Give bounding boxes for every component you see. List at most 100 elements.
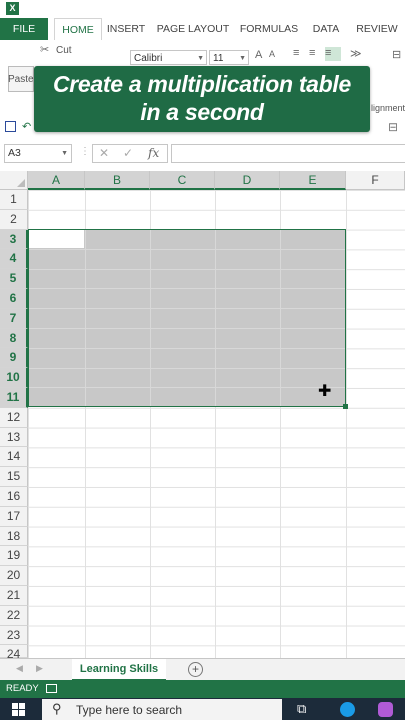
scroll-left-icon[interactable]: ◀ <box>16 663 23 674</box>
chevron-down-icon: ▼ <box>61 150 68 157</box>
formula-input[interactable] <box>171 144 405 163</box>
cell-gridline <box>85 230 86 406</box>
column-header-e[interactable]: E <box>280 171 346 190</box>
tab-data[interactable]: DATA <box>306 18 346 40</box>
taskbar-search[interactable]: ⚲ Type here to search <box>42 699 282 720</box>
row-header-15[interactable]: 15 <box>0 467 28 487</box>
row-header-12[interactable]: 12 <box>0 407 28 428</box>
cell-cursor-icon: ✚ <box>318 383 332 400</box>
sheet-tab-learning-skills[interactable]: Learning Skills <box>72 659 166 681</box>
tab-home[interactable]: HOME <box>54 18 102 41</box>
ribbon-icon[interactable]: ⊟ <box>388 120 398 134</box>
tab-review[interactable]: REVIEW <box>352 18 402 40</box>
row-header-8[interactable]: 8 <box>0 328 28 349</box>
cell-gridline <box>29 368 345 369</box>
row-header-14[interactable]: 14 <box>0 447 28 468</box>
scissors-icon[interactable]: ✂ <box>40 43 49 56</box>
increase-font-icon[interactable]: A <box>255 49 262 61</box>
status-bar: READY <box>0 680 405 698</box>
row-header-19[interactable]: 19 <box>0 546 28 567</box>
search-placeholder: Type here to search <box>76 703 183 717</box>
cell-gridline <box>280 230 281 406</box>
title-banner: Create a multiplication table in a secon… <box>34 66 370 132</box>
tab-page-layout[interactable]: PAGE LAYOUT <box>155 18 231 40</box>
banner-line-1: Create a multiplication table <box>52 71 352 97</box>
align-middle-icon[interactable]: ≡ <box>309 47 315 59</box>
add-sheet-button[interactable]: + <box>188 662 203 677</box>
macro-record-icon[interactable] <box>46 684 57 693</box>
row-header-24[interactable]: 24 <box>0 645 28 661</box>
banner-line-2: in a second <box>140 99 264 125</box>
name-box[interactable]: A3 ▼ <box>4 144 72 163</box>
row-header-17[interactable]: 17 <box>0 506 28 527</box>
undo-icon[interactable]: ↶ <box>22 120 31 133</box>
cut-button[interactable]: Cut <box>56 45 72 56</box>
row-header-7[interactable]: 7 <box>0 308 28 329</box>
column-header-a[interactable]: A <box>28 171 85 190</box>
windows-start-icon[interactable] <box>12 703 26 717</box>
row-header-13[interactable]: 13 <box>0 427 28 448</box>
active-cell[interactable] <box>29 230 84 248</box>
alignment-group-label: lignment <box>371 103 405 113</box>
cell-gridline <box>150 230 151 406</box>
row-header-2[interactable]: 2 <box>0 209 28 230</box>
select-all-icon <box>17 179 25 187</box>
row-header-16[interactable]: 16 <box>0 487 28 507</box>
cell-gridline <box>29 269 345 270</box>
row-header-20[interactable]: 20 <box>0 566 28 586</box>
cell-gridline <box>29 328 345 329</box>
tab-file[interactable]: FILE <box>0 18 48 40</box>
column-header-c[interactable]: C <box>150 171 215 190</box>
enter-icon[interactable]: ✓ <box>123 146 133 160</box>
cell-gridline <box>29 288 345 289</box>
copilot-icon[interactable] <box>378 702 393 717</box>
column-header-f[interactable]: F <box>346 171 405 190</box>
column-header-d[interactable]: D <box>215 171 280 190</box>
task-view-icon[interactable]: ⧉ <box>297 701 306 717</box>
cell-gridline <box>215 230 216 406</box>
row-header-18[interactable]: 18 <box>0 526 28 547</box>
row-header-4[interactable]: 4 <box>0 249 28 270</box>
column-divider <box>346 190 347 658</box>
font-size-select[interactable]: 11 ▼ <box>209 50 249 65</box>
row-header-1[interactable]: 1 <box>0 190 28 210</box>
orientation-icon[interactable]: ≫ <box>350 47 362 60</box>
formula-bar: A3 ▼ ⋮ ✕ ✓ fx <box>0 140 405 168</box>
row-header-21[interactable]: 21 <box>0 586 28 606</box>
align-top-icon[interactable]: ≡ <box>293 47 299 59</box>
cell-gridline <box>29 249 345 250</box>
excel-logo-icon: X <box>6 2 19 15</box>
tab-insert[interactable]: INSERT <box>104 18 148 40</box>
row-header-6[interactable]: 6 <box>0 289 28 309</box>
cancel-icon[interactable]: ✕ <box>99 146 109 160</box>
row-header-5[interactable]: 5 <box>0 269 28 289</box>
fx-icon[interactable]: fx <box>148 146 159 160</box>
scroll-right-icon[interactable]: ▶ <box>36 663 43 674</box>
edge-icon[interactable] <box>340 702 355 717</box>
row-header-3[interactable]: 3 <box>0 229 28 250</box>
align-bottom-icon[interactable]: ≡ <box>325 47 341 61</box>
row-header-22[interactable]: 22 <box>0 605 28 626</box>
row-header-10[interactable]: 10 <box>0 368 28 388</box>
chevron-down-icon: ▼ <box>197 55 204 62</box>
cell-gridline <box>29 308 345 309</box>
select-all-button[interactable] <box>0 171 28 190</box>
save-icon[interactable] <box>5 121 16 132</box>
cell-gridline <box>29 348 345 349</box>
tab-formulas[interactable]: FORMULAS <box>238 18 300 40</box>
font-name-select[interactable]: Calibri ▼ <box>130 50 207 65</box>
fill-handle[interactable] <box>343 404 348 409</box>
row-header-11[interactable]: 11 <box>0 388 28 408</box>
chevron-down-icon: ▼ <box>239 55 246 62</box>
wrap-text-icon[interactable]: ⊟ <box>392 48 401 61</box>
ribbon-tabs: FILE HOME INSERT PAGE LAYOUT FORMULAS DA… <box>0 18 405 41</box>
name-box-value: A3 <box>8 147 21 159</box>
windows-taskbar: ⚲ Type here to search ⧉ <box>0 698 405 720</box>
decrease-font-icon[interactable]: A <box>269 49 275 59</box>
row-header-9[interactable]: 9 <box>0 348 28 369</box>
selected-range[interactable] <box>28 229 346 407</box>
font-name-value: Calibri <box>134 53 163 64</box>
row-header-23[interactable]: 23 <box>0 625 28 646</box>
column-header-b[interactable]: B <box>85 171 150 190</box>
search-icon: ⚲ <box>52 701 62 716</box>
